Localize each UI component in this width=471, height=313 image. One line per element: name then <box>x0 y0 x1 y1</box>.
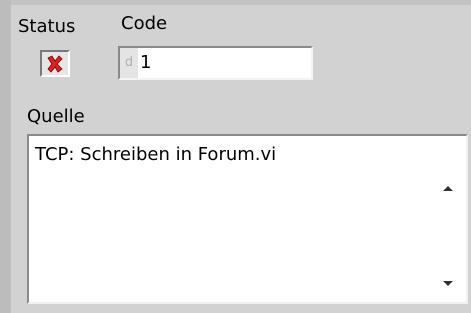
red-x-icon <box>47 55 63 73</box>
code-label: Code <box>121 13 168 34</box>
code-field[interactable]: d 1 <box>118 46 313 80</box>
scroll-down-arrow-icon[interactable] <box>443 281 453 286</box>
panel-left-edge <box>0 0 11 313</box>
error-cluster-panel: Status Code d 1 Quelle TCP: Schreiben in… <box>0 0 471 313</box>
radix-indicator[interactable]: d <box>120 48 138 78</box>
quelle-text: TCP: Schreiben in Forum.vi <box>35 144 277 165</box>
quelle-label: Quelle <box>27 106 85 127</box>
code-value: 1 <box>140 52 152 73</box>
status-indicator[interactable] <box>40 50 70 77</box>
panel-top-edge <box>0 0 471 5</box>
status-label: Status <box>18 16 76 37</box>
quelle-textbox[interactable]: TCP: Schreiben in Forum.vi <box>27 134 468 304</box>
scroll-up-arrow-icon[interactable] <box>443 186 453 191</box>
vertical-scrollbar[interactable] <box>433 136 466 302</box>
